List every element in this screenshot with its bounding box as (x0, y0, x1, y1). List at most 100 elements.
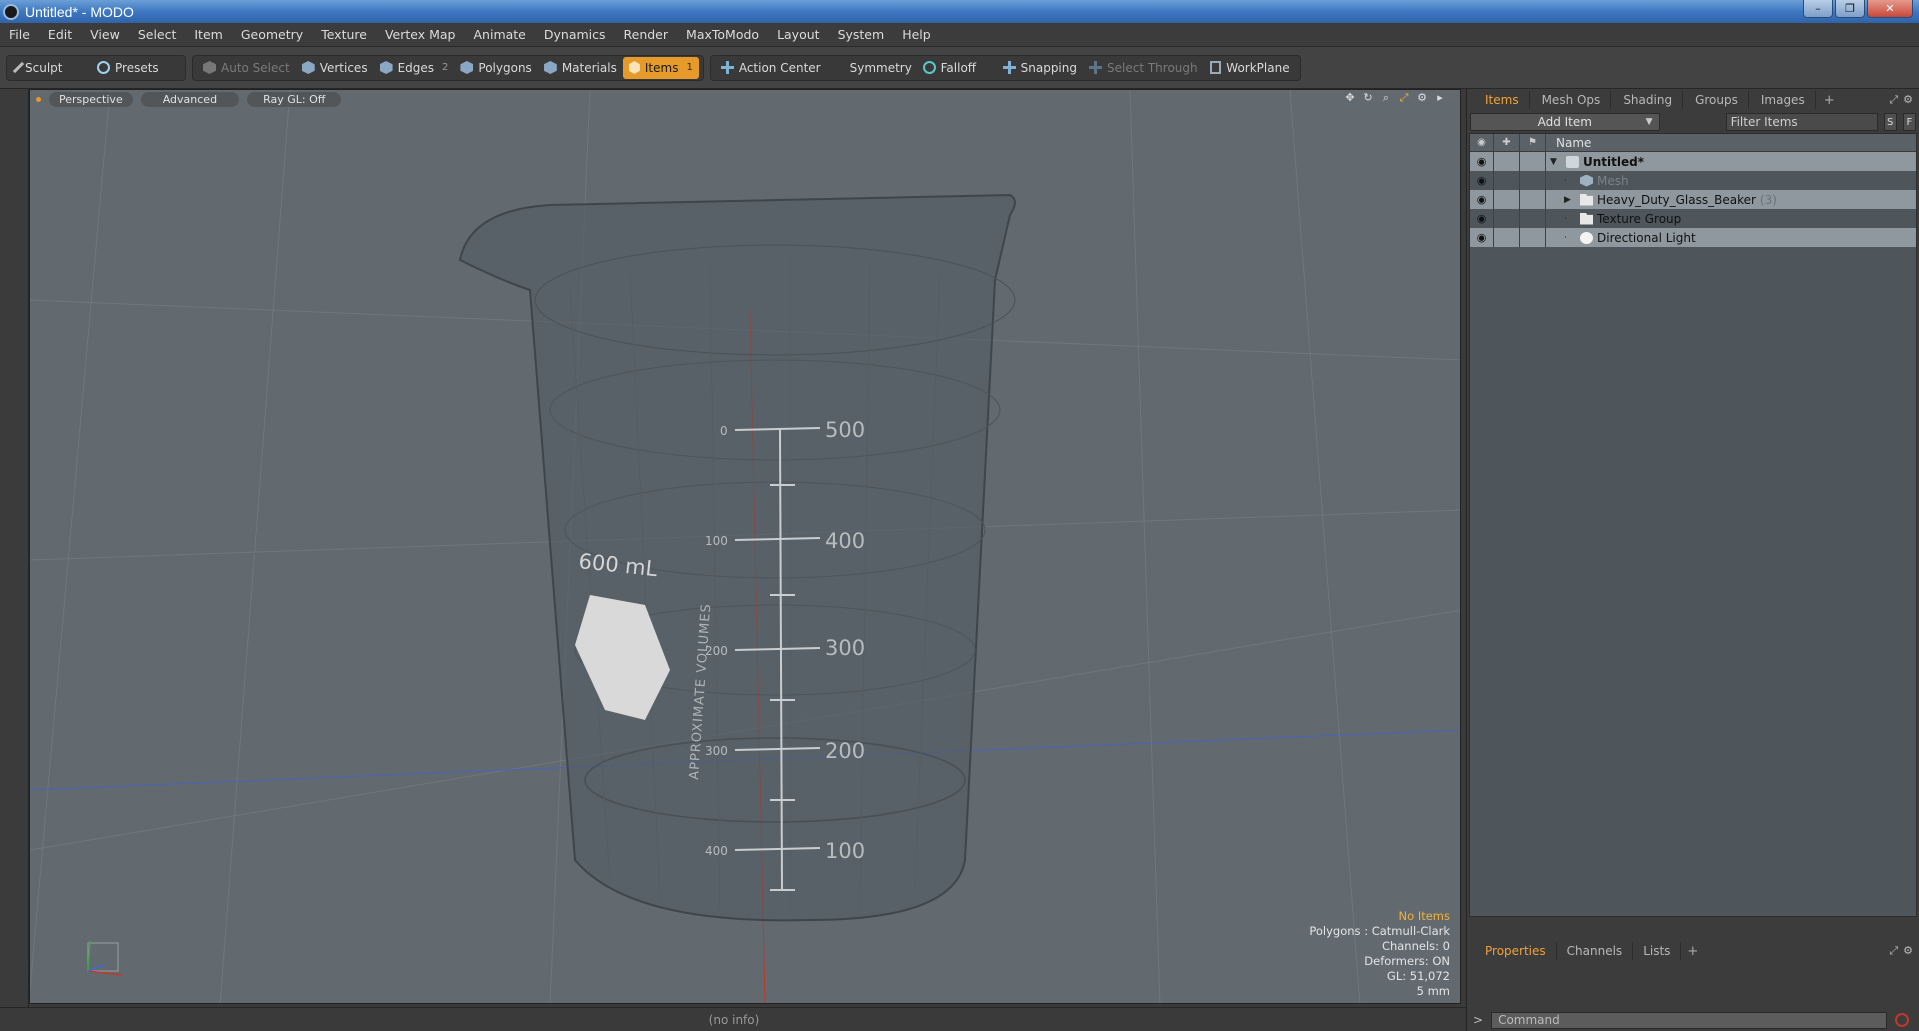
tab-items[interactable]: Items (1475, 91, 1530, 109)
materials-icon (543, 61, 557, 74)
tab-channels[interactable]: Channels (1557, 942, 1634, 960)
tab-images[interactable]: Images (1751, 91, 1816, 109)
pop-out-icon[interactable]: ⤢ (1889, 944, 1898, 958)
pan-icon[interactable]: ✥ (1344, 92, 1356, 104)
menu-animate[interactable]: Animate (465, 27, 535, 42)
snapping-button[interactable]: Snapping (997, 57, 1083, 79)
menu-dynamics[interactable]: Dynamics (535, 27, 615, 42)
shading-mode-menu[interactable]: Advanced (140, 91, 240, 107)
menu-layout[interactable]: Layout (768, 27, 829, 42)
name-column-header[interactable]: Name (1546, 136, 1591, 150)
eye-icon[interactable]: ◉ (1470, 209, 1494, 228)
tab-shading[interactable]: Shading (1613, 91, 1684, 109)
properties-tabs: Properties Channels Lists + ⤢ ⚙ (1467, 941, 1919, 961)
tab-mesh-ops[interactable]: Mesh Ops (1532, 91, 1612, 109)
tree-row-directional-light[interactable]: ◉ · Directional Light (1470, 228, 1916, 247)
tab-lists[interactable]: Lists (1633, 942, 1682, 960)
group-folder-icon (1580, 212, 1593, 225)
axis-gizmo (87, 940, 123, 976)
panel-settings-icon[interactable]: ⚙ (1903, 93, 1913, 107)
menu-select[interactable]: Select (129, 27, 186, 42)
close-button[interactable]: ✕ (1867, 0, 1913, 18)
add-tab-icon[interactable]: + (1681, 944, 1704, 959)
viewport-settings-icon[interactable]: ⚙ (1416, 92, 1428, 104)
eye-icon[interactable]: ◉ (1470, 190, 1494, 209)
tools-group: Action Center Symmetry Falloff Snapping … (709, 54, 1301, 81)
lock-column-icon[interactable]: ✚ (1494, 134, 1520, 151)
select-through-button[interactable]: Select Through (1083, 57, 1204, 79)
symmetry-button[interactable]: Symmetry (827, 57, 917, 79)
items-button[interactable]: Items 1 (622, 56, 699, 79)
s-button[interactable]: S (1883, 113, 1897, 131)
sculpt-button[interactable]: Sculpt (11, 57, 91, 79)
tab-properties[interactable]: Properties (1475, 942, 1557, 960)
panel-settings-icon[interactable]: ⚙ (1903, 944, 1913, 958)
workplane-button[interactable]: WorkPlane (1204, 57, 1296, 79)
tree-header: ◉ ✚ ⚑ Name (1470, 134, 1916, 152)
raygl-toggle[interactable]: Ray GL: Off (247, 91, 342, 107)
tab-groups[interactable]: Groups (1685, 91, 1749, 109)
command-bar: > (1467, 1009, 1919, 1031)
vertices-label: Vertices (319, 60, 368, 75)
fit-icon[interactable]: ⤢ (1398, 92, 1410, 104)
viewport-header: Perspective Advanced Ray GL: Off (30, 90, 1460, 108)
menu-maxtomodo[interactable]: MaxToModo (677, 27, 768, 42)
glass-beaker (458, 193, 1016, 922)
items-toolbar: Add Item ▼ S F (1467, 111, 1919, 133)
add-tab-icon[interactable]: + (1818, 93, 1841, 108)
expand-arrow-icon[interactable]: ▼ (1550, 157, 1562, 167)
workplane-icon (1209, 61, 1222, 74)
menu-system[interactable]: System (829, 27, 894, 42)
stop-icon[interactable] (1895, 1013, 1910, 1027)
right-scale-200: 200 (825, 739, 865, 763)
eye-icon[interactable]: ◉ (1470, 152, 1494, 171)
menu-vertex-map[interactable]: Vertex Map (376, 27, 465, 42)
menu-view[interactable]: View (81, 27, 129, 42)
zoom-icon[interactable]: ⌕ (1380, 92, 1392, 104)
falloff-button[interactable]: Falloff (917, 57, 997, 79)
command-input[interactable] (1491, 1011, 1888, 1029)
menu-render[interactable]: Render (615, 27, 678, 42)
left-scale-100: 100 (705, 534, 728, 548)
pop-out-icon[interactable]: ⤢ (1889, 93, 1898, 107)
eye-icon[interactable]: ◉ (1470, 228, 1494, 247)
visibility-column-eye-icon[interactable]: ◉ (1470, 134, 1494, 151)
rotate-icon[interactable]: ↻ (1362, 92, 1374, 104)
tree-row-scene[interactable]: ◉ ▼ Untitled* (1470, 152, 1916, 171)
menu-file[interactable]: File (0, 27, 39, 42)
polygons-button[interactable]: Polygons (454, 57, 537, 79)
tree-row-texture-group[interactable]: ◉ · Texture Group (1470, 209, 1916, 228)
action-center-button[interactable]: Action Center (715, 57, 827, 79)
materials-button[interactable]: Materials (538, 57, 623, 79)
tree-row-beaker-group[interactable]: ◉ ▶ Heavy_Duty_Glass_Beaker (3) (1470, 190, 1916, 209)
presets-icon (97, 61, 110, 74)
f-button[interactable]: F (1902, 113, 1916, 131)
presets-button[interactable]: Presets (91, 57, 181, 79)
items-panel-tabs: Items Mesh Ops Shading Groups Images + ⤢… (1467, 89, 1919, 111)
viewport-expand-icon[interactable]: ▸ (1434, 92, 1446, 104)
tree-row-mesh[interactable]: ◉ · Mesh (1470, 171, 1916, 190)
add-item-button[interactable]: Add Item ▼ (1470, 113, 1660, 131)
main-toolbar: Sculpt Presets Auto Select Vertices Edge… (0, 47, 1919, 89)
menu-geometry[interactable]: Geometry (232, 27, 312, 42)
menu-item[interactable]: Item (185, 27, 231, 42)
view-type-menu[interactable]: Perspective (49, 91, 133, 107)
snapping-icon (1002, 61, 1016, 74)
render-column-icon[interactable]: ⚑ (1520, 134, 1546, 151)
maximize-button[interactable]: ❐ (1835, 0, 1865, 18)
vertices-button[interactable]: Vertices (296, 57, 374, 79)
sculpt-label: Sculpt (25, 60, 63, 75)
3d-viewport[interactable]: Perspective Advanced Ray GL: Off ✥ ↻ ⌕ ⤢… (29, 89, 1461, 1004)
eye-icon[interactable]: ◉ (1470, 171, 1494, 190)
edges-button[interactable]: Edges 2 (374, 57, 455, 79)
viewport-options-dot[interactable] (36, 96, 41, 102)
expand-arrow-icon[interactable]: ▶ (1564, 195, 1576, 205)
right-scale-500: 500 (825, 418, 865, 442)
auto-select-button[interactable]: Auto Select (197, 57, 296, 79)
menu-help[interactable]: Help (893, 27, 940, 42)
minimize-button[interactable]: – (1803, 0, 1833, 18)
menu-edit[interactable]: Edit (39, 27, 81, 42)
filter-items-input[interactable] (1725, 113, 1878, 131)
menu-texture[interactable]: Texture (312, 27, 376, 42)
left-scale-400: 400 (705, 844, 728, 858)
